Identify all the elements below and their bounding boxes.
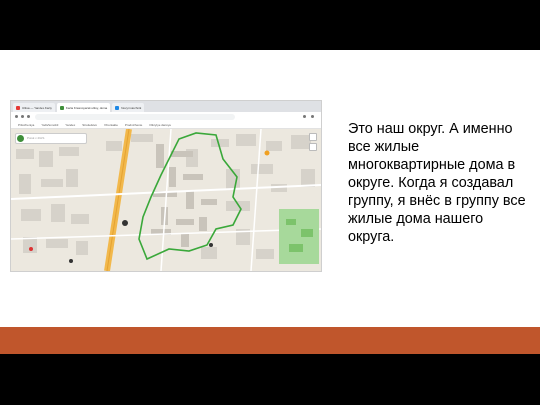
map-search-input[interactable]: Poisk v 2GIS: [15, 133, 87, 144]
compass-button[interactable]: [309, 143, 317, 151]
poi-marker-icon[interactable]: [29, 247, 33, 251]
bookmark[interactable]: Prilozheniya: [18, 123, 34, 127]
bookmark[interactable]: VKontakte: [104, 123, 118, 127]
2gis-icon: [59, 105, 64, 110]
slide-caption: Это наш округ. А именно все жилые многок…: [348, 121, 526, 245]
bookmark[interactable]: Otkrytye dannye: [149, 123, 171, 127]
back-icon[interactable]: [15, 115, 18, 118]
bookmarks-bar: Prilozheniya YaAVtomobil Yandex Stroitel…: [11, 121, 321, 129]
browser-tab[interactable]: Ulitsa — Yandex.Karty: [13, 103, 55, 112]
reload-icon[interactable]: [27, 115, 30, 118]
2gis-logo-icon: [17, 135, 24, 142]
extension-icon[interactable]: [303, 115, 306, 118]
menu-icon[interactable]: [311, 115, 314, 118]
layers-button[interactable]: [309, 133, 317, 141]
search-placeholder: Poisk v 2GIS: [27, 136, 45, 140]
bookmark[interactable]: Yandex: [65, 123, 75, 127]
browser-tab-strip: Ulitsa — Yandex.Karty Karta Krasnoyarsk …: [11, 101, 321, 112]
poi-marker-icon[interactable]: [69, 259, 73, 263]
bookmark[interactable]: Stroitelstvo: [82, 123, 97, 127]
tab-label: Karta Krasnoyarsk ulitsy, doma: [65, 105, 108, 110]
bookmark[interactable]: Prodvizhenie: [125, 123, 142, 127]
address-bar[interactable]: [35, 113, 235, 120]
forward-icon[interactable]: [21, 115, 24, 118]
browser-tab-active[interactable]: Karta Krasnoyarsk ulitsy, doma: [56, 103, 111, 112]
location-pin-icon[interactable]: [122, 220, 128, 226]
park-area: [279, 209, 319, 264]
tab-label: Novyi istochnik: [121, 105, 142, 110]
poi-marker-icon[interactable]: [209, 243, 213, 247]
browser-tab[interactable]: Novyi istochnik: [112, 103, 145, 112]
yandex-icon: [16, 105, 20, 110]
bookmark[interactable]: YaAVtomobil: [41, 123, 58, 127]
presentation-slide: Ulitsa — Yandex.Karty Karta Krasnoyarsk …: [0, 0, 540, 405]
page-icon: [115, 105, 120, 110]
bottom-black-bar: [0, 354, 540, 405]
top-black-bar: [0, 0, 540, 50]
poi-marker-icon[interactable]: [264, 150, 270, 156]
city-map[interactable]: [11, 129, 321, 271]
accent-stripe: [0, 327, 540, 354]
tab-label: Ulitsa — Yandex.Karty: [22, 105, 52, 110]
browser-screenshot: Ulitsa — Yandex.Karty Karta Krasnoyarsk …: [10, 100, 322, 272]
